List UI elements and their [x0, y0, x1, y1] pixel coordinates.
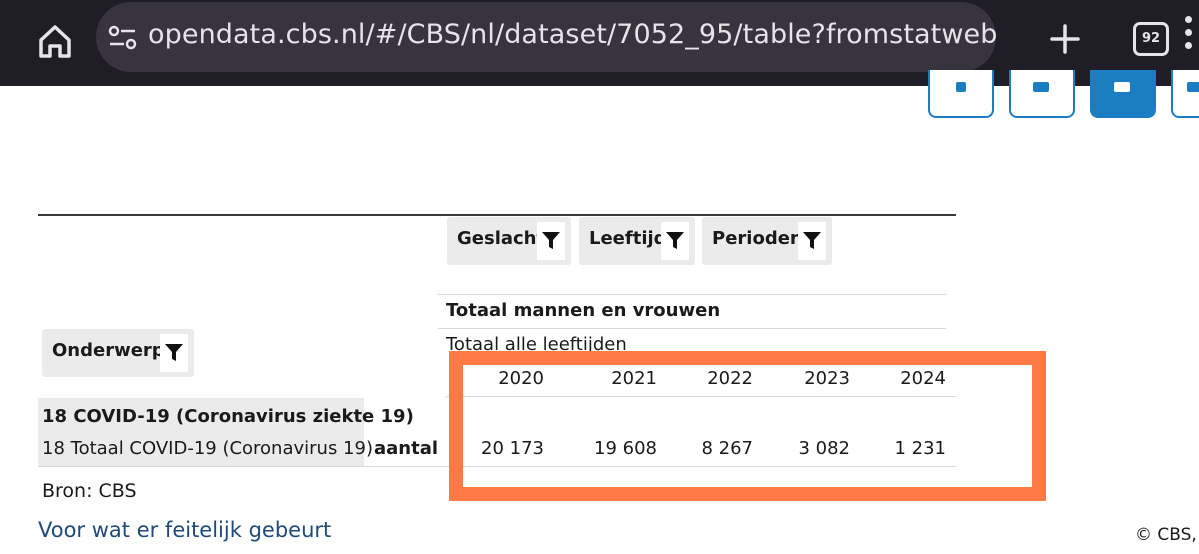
site-settings-icon[interactable]: [108, 25, 138, 51]
filter-geslacht[interactable]: Geslacht: [447, 217, 571, 265]
info-view-button[interactable]: [928, 70, 994, 118]
more-menu-icon[interactable]: [1181, 10, 1195, 70]
filter-leeftijd[interactable]: Leeftijd: [579, 217, 695, 265]
filter-perioden[interactable]: Perioden: [702, 217, 832, 265]
source-note: Bron: CBS: [42, 480, 137, 502]
filter-leeftijd-label: Leeftijd: [589, 228, 667, 249]
gender-header: Totaal mannen en vrouwen: [446, 300, 721, 321]
address-bar[interactable]: opendata.cbs.nl/#/CBS/nl/dataset/7052_95…: [96, 2, 998, 72]
highlight-annotation: [449, 351, 1046, 501]
subject-subtitle: 18 Totaal COVID-19 (Coronavirus 19): [42, 438, 373, 459]
chart-view-button[interactable]: [1009, 70, 1075, 118]
filter-icon[interactable]: [661, 222, 689, 260]
filter-onderwerp[interactable]: Onderwerp: [42, 329, 194, 377]
header-divider: [438, 328, 946, 329]
new-tab-icon[interactable]: [1046, 20, 1084, 58]
filter-onderwerp-label: Onderwerp: [52, 340, 165, 361]
url-text[interactable]: opendata.cbs.nl/#/CBS/nl/dataset/7052_95…: [148, 19, 998, 50]
home-icon[interactable]: [34, 20, 76, 62]
filter-geslacht-label: Geslacht: [457, 228, 546, 249]
footer-link[interactable]: Voor wat er feitelijk gebeurt: [38, 518, 331, 542]
filter-icon[interactable]: [798, 222, 826, 260]
copyright-text: © CBS,: [1135, 525, 1197, 545]
header-divider: [438, 294, 946, 295]
tab-switcher-button[interactable]: 92: [1133, 22, 1169, 56]
table-view-button[interactable]: [1090, 70, 1156, 118]
filter-perioden-label: Perioden: [712, 228, 803, 249]
edit-view-button[interactable]: [1171, 70, 1199, 118]
subject-title: 18 COVID-19 (Coronavirus ziekte 19): [42, 406, 414, 427]
filter-icon[interactable]: [160, 334, 188, 372]
row-header: 18 COVID-19 (Coronavirus ziekte 19) 18 T…: [38, 398, 414, 466]
table-top-rule: [38, 214, 956, 216]
filter-icon[interactable]: [537, 222, 565, 260]
unit-label: aantal: [374, 438, 439, 459]
